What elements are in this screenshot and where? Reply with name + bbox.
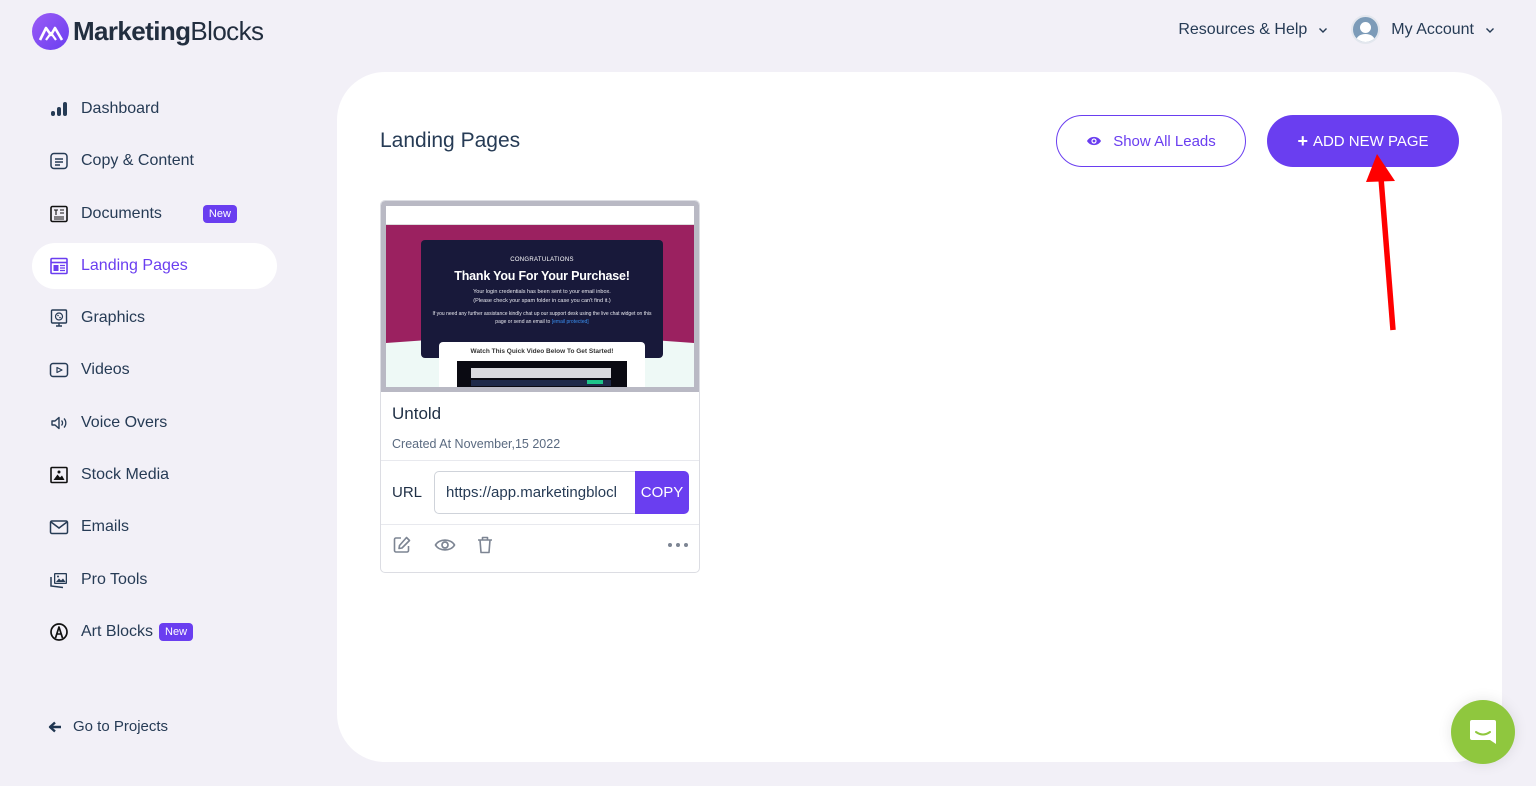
sidebar-item-videos[interactable]: Videos [32, 347, 277, 393]
document-lines-icon [49, 151, 69, 171]
preview-eyebrow: CONGRATULATIONS [510, 257, 574, 263]
url-label: URL [392, 484, 423, 501]
resources-help-menu[interactable]: Resources & Help [1178, 21, 1329, 39]
landing-page-icon [49, 256, 69, 276]
my-account-label: My Account [1391, 20, 1474, 38]
sidebar-item-label: Documents [81, 204, 162, 222]
sidebar-item-label: Emails [81, 518, 130, 536]
sidebar-item-label: Pro Tools [81, 570, 148, 588]
new-badge: New [202, 204, 237, 223]
go-to-projects-label: Go to Projects [73, 718, 169, 735]
copy-url-button[interactable]: COPY [635, 471, 689, 514]
sidebar-item-label: Graphics [81, 309, 146, 327]
preview-text-3-body: If you need any further assistance kindl… [432, 311, 652, 325]
envelope-icon [49, 517, 69, 537]
page-title: Landing Pages [380, 129, 521, 152]
plus-icon: + [1297, 131, 1308, 151]
sidebar-item-art-blocks[interactable]: Art Blocks New [32, 609, 277, 655]
mountain-m-logo-icon [32, 13, 69, 50]
sidebar-item-dashboard[interactable]: Dashboard [32, 86, 277, 132]
preview-video-title: Watch This Quick Video Below To Get Star… [470, 348, 614, 355]
brand-name: MarketingBlocks [73, 16, 264, 47]
trash-icon[interactable] [474, 534, 496, 556]
preview-eye-icon[interactable] [434, 534, 456, 556]
show-all-leads-label: Show All Leads [1113, 132, 1216, 150]
chevron-down-icon [1319, 27, 1328, 33]
preview-video-button [587, 380, 603, 384]
card-divider [381, 524, 699, 525]
sidebar-item-label: Voice Overs [81, 413, 168, 431]
preview-video-browser-bar [471, 368, 611, 378]
sidebar-item-landing-pages[interactable]: Landing Pages [32, 242, 277, 289]
preview-text-2: (Please check your spam folder in case y… [473, 298, 611, 304]
sidebar-item-label: Landing Pages [81, 256, 188, 274]
sidebar-item-emails[interactable]: Emails [32, 504, 277, 550]
chat-bubble-icon [1470, 720, 1496, 744]
preview-video-box: Watch This Quick Video Below To Get Star… [439, 342, 645, 387]
preview-hero-box: CONGRATULATIONS Thank You For Your Purch… [421, 240, 663, 358]
bar-chart-icon [49, 99, 69, 119]
brand-logo[interactable]: MarketingBlocks [32, 13, 264, 50]
landing-page-card: CONGRATULATIONS Thank You For Your Purch… [380, 200, 700, 573]
preview-topbar [386, 206, 694, 225]
new-badge: New [159, 622, 194, 642]
card-divider [381, 460, 699, 461]
speaker-icon [49, 413, 69, 433]
page-created-date: Created At November,15 2022 [392, 437, 561, 451]
go-to-projects-link[interactable]: Go to Projects [48, 718, 168, 735]
more-options-icon[interactable] [667, 534, 689, 556]
sidebar-item-graphics[interactable]: Graphics [32, 295, 277, 341]
preview-headline: Thank You For Your Purchase! [454, 269, 630, 283]
eye-icon [1087, 136, 1102, 146]
preview-email-link: [email protected] [551, 319, 589, 325]
url-field-group: COPY [434, 471, 689, 514]
sidebar-item-label: Copy & Content [81, 152, 194, 170]
resources-help-label: Resources & Help [1178, 20, 1308, 38]
sidebar-item-label: Dashboard [81, 100, 160, 117]
sidebar-item-label: Art Blocks [81, 622, 154, 640]
photos-stack-icon [49, 570, 69, 590]
page-title-untold: Untold [392, 404, 442, 423]
sidebar-item-stock-media[interactable]: Stock Media [32, 452, 277, 498]
sidebar-item-pro-tools[interactable]: Pro Tools [32, 557, 277, 603]
main-panel: Landing Pages Show All Leads + ADD NEW P… [337, 72, 1502, 762]
preview-video [457, 361, 627, 387]
page-preview-thumbnail[interactable]: CONGRATULATIONS Thank You For Your Purch… [381, 201, 699, 392]
add-new-page-button[interactable]: + ADD NEW PAGE [1267, 115, 1459, 167]
sidebar-item-documents[interactable]: Documents New [32, 191, 277, 237]
card-actions [381, 534, 699, 558]
art-pen-icon [49, 622, 69, 642]
sidebar-item-label: Stock Media [81, 466, 170, 484]
sidebar-nav: Dashboard Copy & Content Documents New L… [32, 86, 277, 661]
brand-name-bold: Marketing [73, 16, 191, 46]
sidebar-item-copy-content[interactable]: Copy & Content [32, 138, 277, 184]
sidebar-item-label: Videos [81, 361, 130, 379]
brand-name-regular: Blocks [190, 16, 264, 46]
video-play-icon [49, 360, 69, 380]
graphics-monitor-icon [49, 308, 69, 328]
edit-icon[interactable] [391, 534, 413, 556]
chevron-down-icon [1486, 27, 1494, 33]
preview-text-1: Your login credentials has been sent to … [473, 289, 611, 295]
arrow-left-icon [48, 721, 61, 732]
add-new-page-label: ADD NEW PAGE [1312, 132, 1429, 150]
image-icon [49, 465, 69, 485]
sidebar-item-voice-overs[interactable]: Voice Overs [32, 400, 277, 446]
user-avatar-icon [1351, 15, 1381, 44]
chat-widget-button[interactable] [1451, 700, 1515, 764]
top-nav: Resources & Help My Account [1178, 15, 1496, 44]
text-document-icon [49, 204, 69, 224]
page-url-input[interactable] [434, 471, 635, 514]
show-all-leads-button[interactable]: Show All Leads [1056, 115, 1246, 167]
preview-text-3: If you need any further assistance kindl… [421, 310, 663, 326]
my-account-menu[interactable]: My Account [1351, 15, 1496, 44]
